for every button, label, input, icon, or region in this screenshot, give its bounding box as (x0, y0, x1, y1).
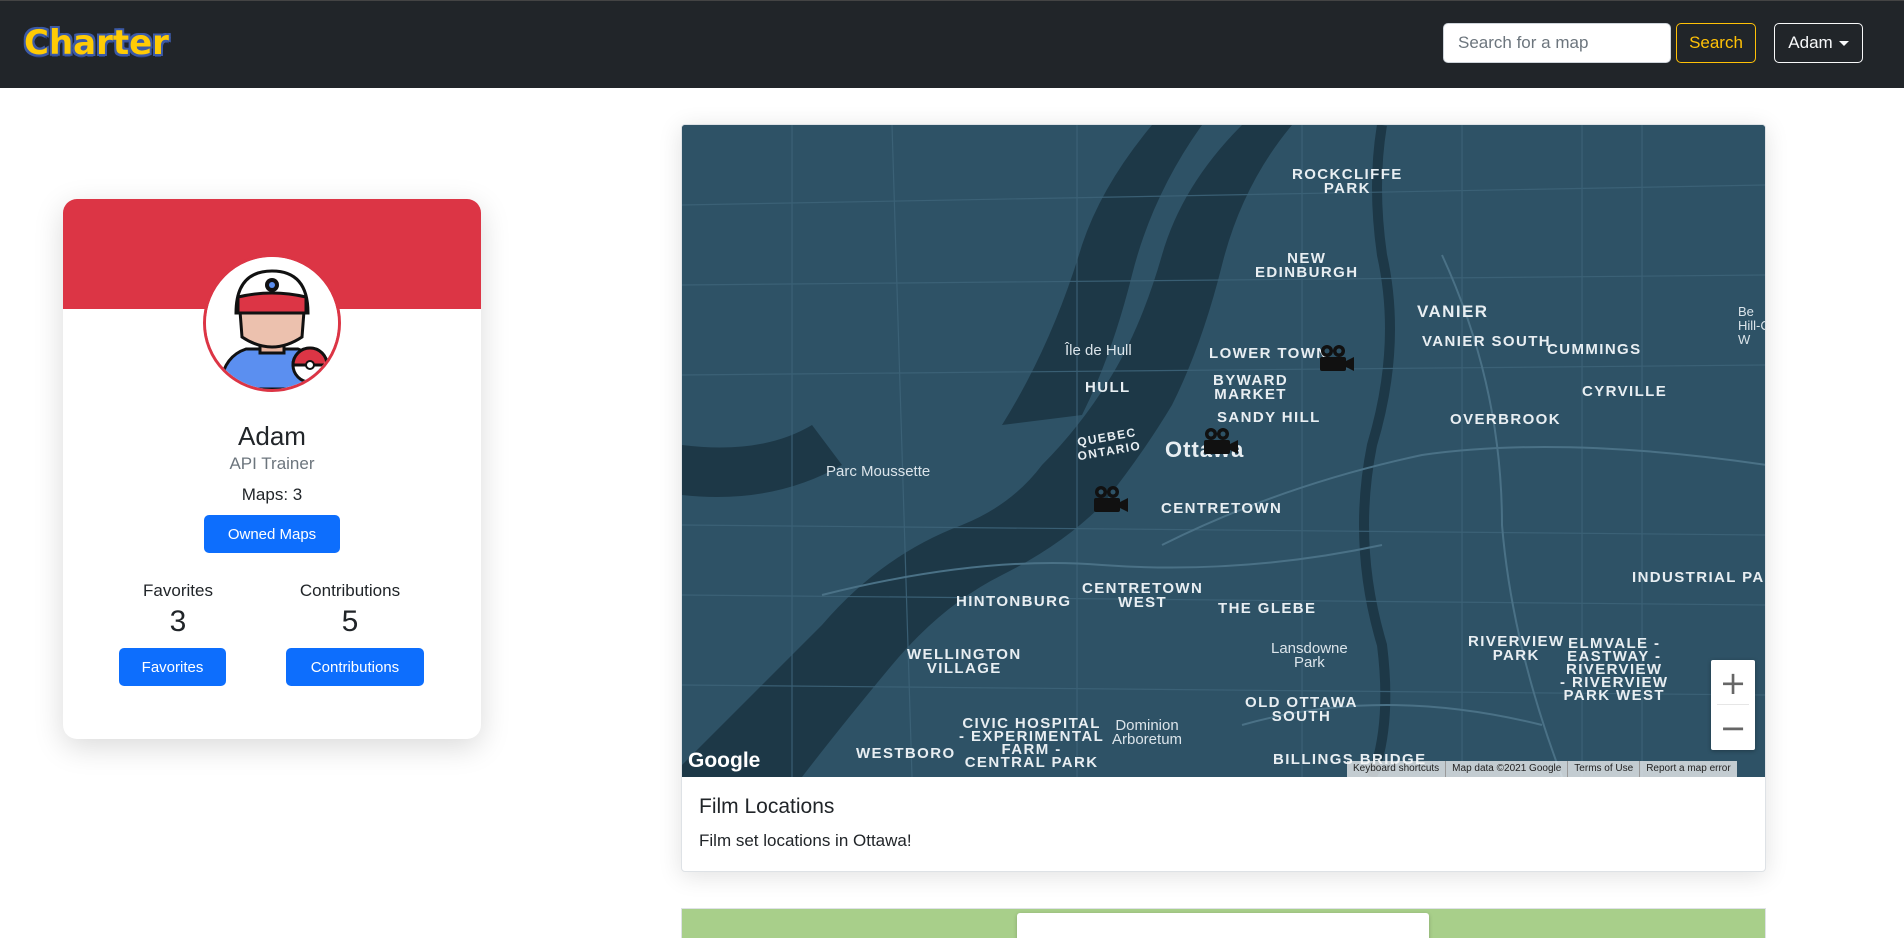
map-canvas[interactable]: ROCKCLIFFE PARK NEW EDINBURGH VANIER VANIE… (682, 125, 1765, 777)
user-menu-button[interactable]: Adam (1774, 23, 1863, 63)
map-label-centretown-west: CENTRETOWN WEST (1082, 580, 1204, 611)
camera-marker-icon[interactable] (1091, 484, 1129, 516)
map-label-byward: BYWARD MARKET (1213, 372, 1289, 403)
zoom-control: + − (1711, 660, 1755, 750)
zoom-out-button[interactable]: − (1711, 705, 1755, 750)
map-card-next (681, 908, 1766, 938)
map-label-vanier: VANIER (1417, 302, 1489, 321)
camera-marker-icon[interactable] (1317, 343, 1355, 375)
map-label-dominion: Dominion Arboretum (1112, 717, 1183, 748)
contributions-count: 5 (341, 605, 359, 638)
brand-logo[interactable]: Charter (24, 23, 169, 63)
caret-down-icon (1838, 40, 1849, 46)
favorites-button[interactable]: Favorites (119, 648, 226, 686)
user-menu-label: Adam (1788, 33, 1833, 52)
map-label-westboro: WESTBORO (856, 745, 956, 762)
map-label-riverview-park: RIVERVIEW PARK (1468, 633, 1565, 664)
map-info-panel (1017, 913, 1429, 938)
map-data-text: Map data ©2021 Google (1445, 761, 1567, 777)
report-error-link[interactable]: Report a map error (1639, 761, 1736, 777)
map-label-elmvale: ELMVALE - EASTWAY - RIVERVIEW - RIVERVIEW PA… (1560, 635, 1669, 704)
keyboard-shortcuts-link[interactable]: Keyboard shortcuts (1347, 761, 1445, 777)
contributions-button[interactable]: Contributions (286, 648, 424, 686)
map-label-hull: HULL (1085, 379, 1131, 396)
favorites-title: Favorites (143, 581, 213, 600)
search-button[interactable]: Search (1676, 23, 1756, 63)
google-logo[interactable]: Google (688, 749, 760, 773)
terms-link[interactable]: Terms of Use (1567, 761, 1639, 777)
map-label-rockcliffe: ROCKCLIFFE PARK (1292, 166, 1403, 197)
map-label-cummings: CUMMINGS (1547, 341, 1642, 358)
map-label-vanier-south: VANIER SOUTH (1422, 333, 1552, 350)
map-label-ile-de-hull: Île de Hull (1065, 342, 1132, 359)
map-card: ROCKCLIFFE PARK NEW EDINBURGH VANIER VANIE… (681, 124, 1766, 872)
search-input[interactable] (1443, 23, 1671, 63)
map-label-sandy-hill: SANDY HILL (1217, 409, 1321, 426)
avatar (203, 254, 341, 392)
map-label-new-edinburgh: NEW EDINBURGH (1255, 250, 1359, 281)
navbar: Charter Search Adam (0, 0, 1904, 88)
map-label-civic: CIVIC HOSPITAL - EXPERIMENTAL FARM - CENTRA… (959, 715, 1105, 771)
map-title[interactable]: Film Locations (699, 795, 834, 819)
map-label-old-ottawa-south: OLD OTTAWA SOUTH (1245, 694, 1358, 725)
map-label-industrial: INDUSTRIAL PARK (1632, 569, 1765, 586)
map-label-parc-moussette: Parc Moussette (826, 463, 931, 480)
map-label-lansdowne: Lansdowne Park (1271, 640, 1348, 671)
map-label-glebe: THE GLEBE (1218, 600, 1317, 617)
map-label-overbrook: OVERBROOK (1450, 411, 1561, 428)
maps-count: Maps: 3 (241, 485, 303, 504)
zoom-in-button[interactable]: + (1711, 660, 1755, 705)
map-label-lower-town: LOWER TOWN (1209, 345, 1329, 362)
map-label-hintonburg: HINTONBURG (956, 593, 1072, 610)
owned-maps-button[interactable]: Owned Maps (204, 515, 340, 553)
map-label-cyrville: CYRVILLE (1582, 383, 1668, 400)
map-attribution: Keyboard shortcuts Map data ©2021 Google… (1347, 761, 1737, 777)
profile-role: API Trainer (229, 454, 315, 473)
trainer-avatar-icon (206, 257, 338, 389)
map-label-wellington: WELLINGTON VILLAGE (907, 646, 1022, 677)
camera-marker-icon[interactable] (1201, 426, 1239, 458)
contributions-title: Contributions (299, 581, 401, 600)
map-description: Film set locations in Ottawa! (699, 831, 912, 850)
map-label-centretown: CENTRETOWN (1161, 500, 1283, 517)
favorites-count: 3 (169, 605, 187, 638)
profile-card: Adam API Trainer Maps: 3 Owned Maps Favo… (63, 199, 481, 739)
profile-name: Adam (238, 421, 306, 451)
map-label-beacon: BeHill-CW (1738, 304, 1765, 347)
